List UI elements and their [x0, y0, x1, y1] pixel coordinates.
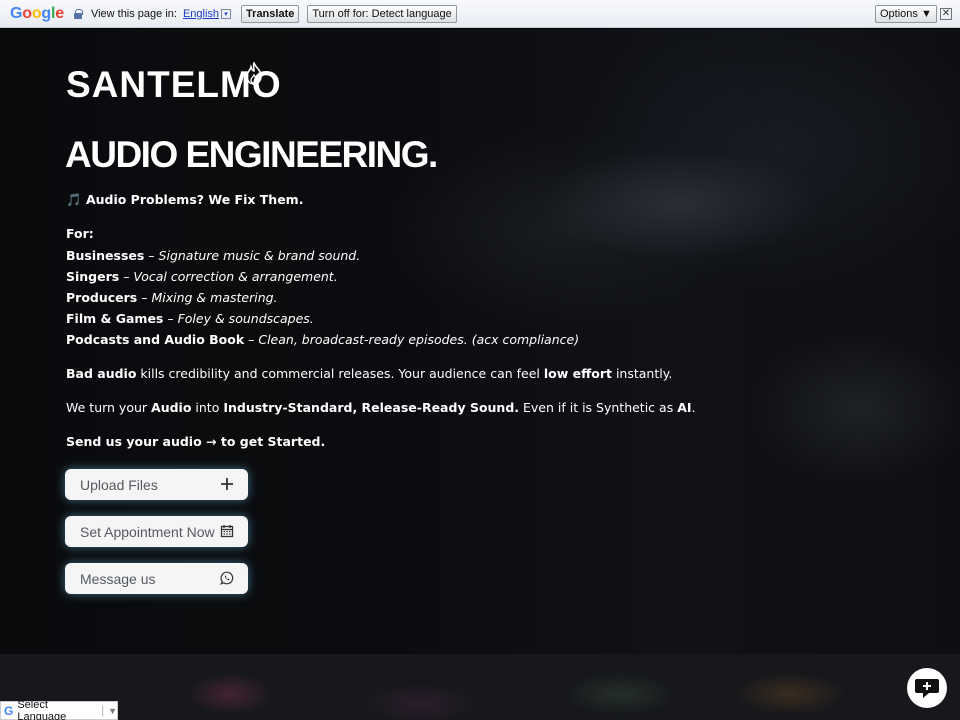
whatsapp-icon — [220, 571, 234, 585]
calendar-icon — [220, 525, 234, 538]
dropdown-arrow-icon: ▼ — [108, 705, 117, 716]
audience-item: Businesses – Signature music & brand sou… — [66, 248, 361, 263]
audience-item: Podcasts and Audio Book – Clean, broadca… — [66, 332, 580, 347]
view-page-label: View this page in: — [90, 7, 177, 20]
upload-files-label: Upload Files — [80, 476, 158, 493]
set-appointment-label: Set Appointment Now — [80, 523, 215, 540]
message-us-label: Message us — [80, 570, 156, 587]
plus-icon — [221, 478, 233, 490]
google-logo: Google — [10, 4, 64, 22]
page-title: AUDIO ENGINEERING. — [65, 134, 438, 175]
flame-icon — [246, 62, 262, 85]
chat-button[interactable] — [907, 668, 947, 708]
options-button[interactable]: Options ▼ — [875, 5, 937, 23]
music-note-icon: 🎵 — [66, 192, 82, 207]
bad-audio-paragraph: Bad audio kills credibility and commerci… — [66, 366, 673, 381]
turn-off-button[interactable]: Turn off for: Detect language — [307, 4, 457, 23]
promise-paragraph: We turn your Audio into Industry-Standar… — [66, 400, 696, 415]
upload-files-button[interactable]: Upload Files — [65, 469, 248, 500]
target-language-link[interactable]: English — [183, 8, 219, 20]
select-language-dropdown[interactable]: G Select Language | ▼ — [0, 698, 118, 720]
cta-text: Send us your audio → to get Started. — [66, 434, 326, 449]
audience-item: Film & Games – Foley & soundscapes. — [66, 311, 314, 326]
google-g-icon: G — [4, 703, 14, 718]
for-label: For: — [66, 226, 94, 241]
select-language-label: Select Language — [17, 698, 67, 720]
translate-bar: Google View this page in: English ▾ Tran… — [0, 0, 960, 28]
lock-icon — [73, 8, 83, 19]
close-icon[interactable]: ✕ — [940, 8, 952, 20]
separator: | — [101, 704, 105, 717]
message-us-button[interactable]: Message us — [65, 563, 248, 594]
language-dropdown-icon[interactable]: ▾ — [221, 8, 232, 19]
chat-icon — [915, 679, 939, 698]
audience-item: Producers – Mixing & mastering. — [66, 290, 278, 305]
tagline: 🎵 Audio Problems? We Fix Them. — [66, 192, 303, 208]
translate-button[interactable]: Translate — [241, 4, 300, 23]
audience-item: Singers – Vocal correction & arrangement… — [66, 269, 338, 284]
tagline-text: Audio Problems? We Fix Them. — [85, 192, 304, 207]
set-appointment-button[interactable]: Set Appointment Now — [65, 516, 248, 547]
next-section-background — [0, 654, 960, 720]
